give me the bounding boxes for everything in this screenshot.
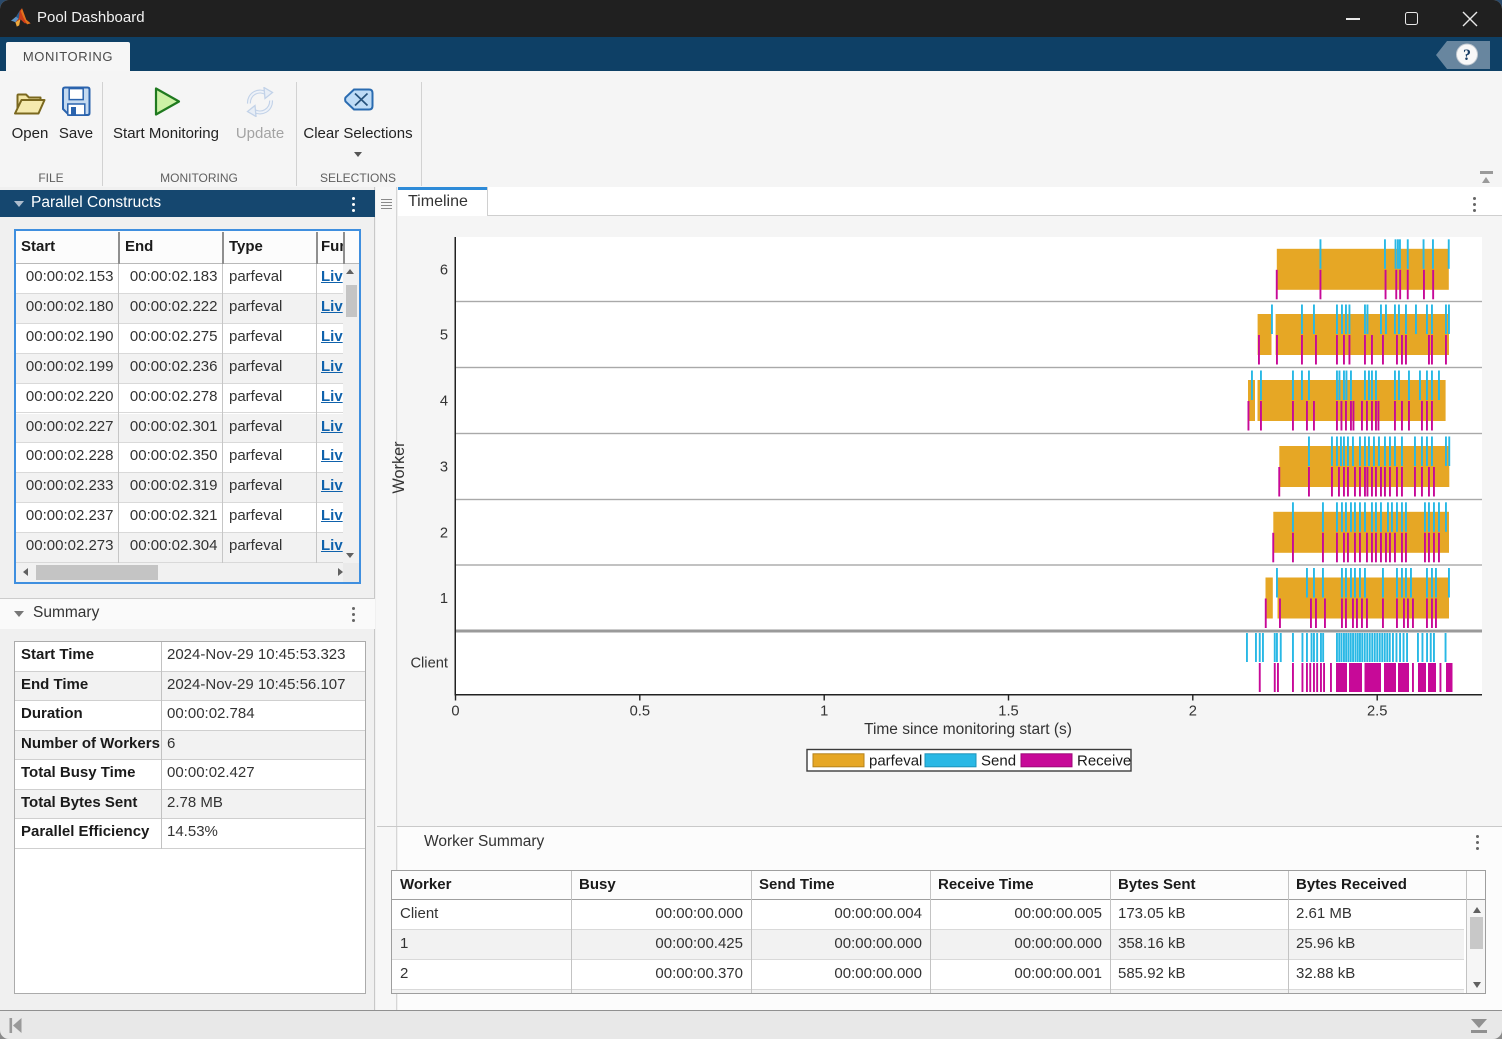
svg-text:4: 4 [440,394,448,410]
svg-text:0: 0 [451,704,459,720]
svg-text:0.5: 0.5 [630,704,650,720]
svg-text:Client: Client [410,656,448,672]
svg-text:2: 2 [1189,704,1197,720]
svg-text:1: 1 [440,591,448,607]
svg-text:1: 1 [820,704,828,720]
svg-text:Worker: Worker [390,441,408,494]
svg-text:parfeval: parfeval [869,753,922,770]
svg-text:2.5: 2.5 [1367,704,1387,720]
svg-text:1.5: 1.5 [998,704,1018,720]
svg-text:2: 2 [440,525,448,541]
svg-text:?: ? [1463,47,1471,64]
svg-text:3: 3 [440,460,448,476]
svg-text:Time since monitoring start (s: Time since monitoring start (s) [864,721,1072,738]
svg-text:Send: Send [981,753,1016,770]
svg-text:5: 5 [440,328,448,344]
svg-text:6: 6 [440,262,448,278]
svg-text:Receive: Receive [1077,753,1131,770]
